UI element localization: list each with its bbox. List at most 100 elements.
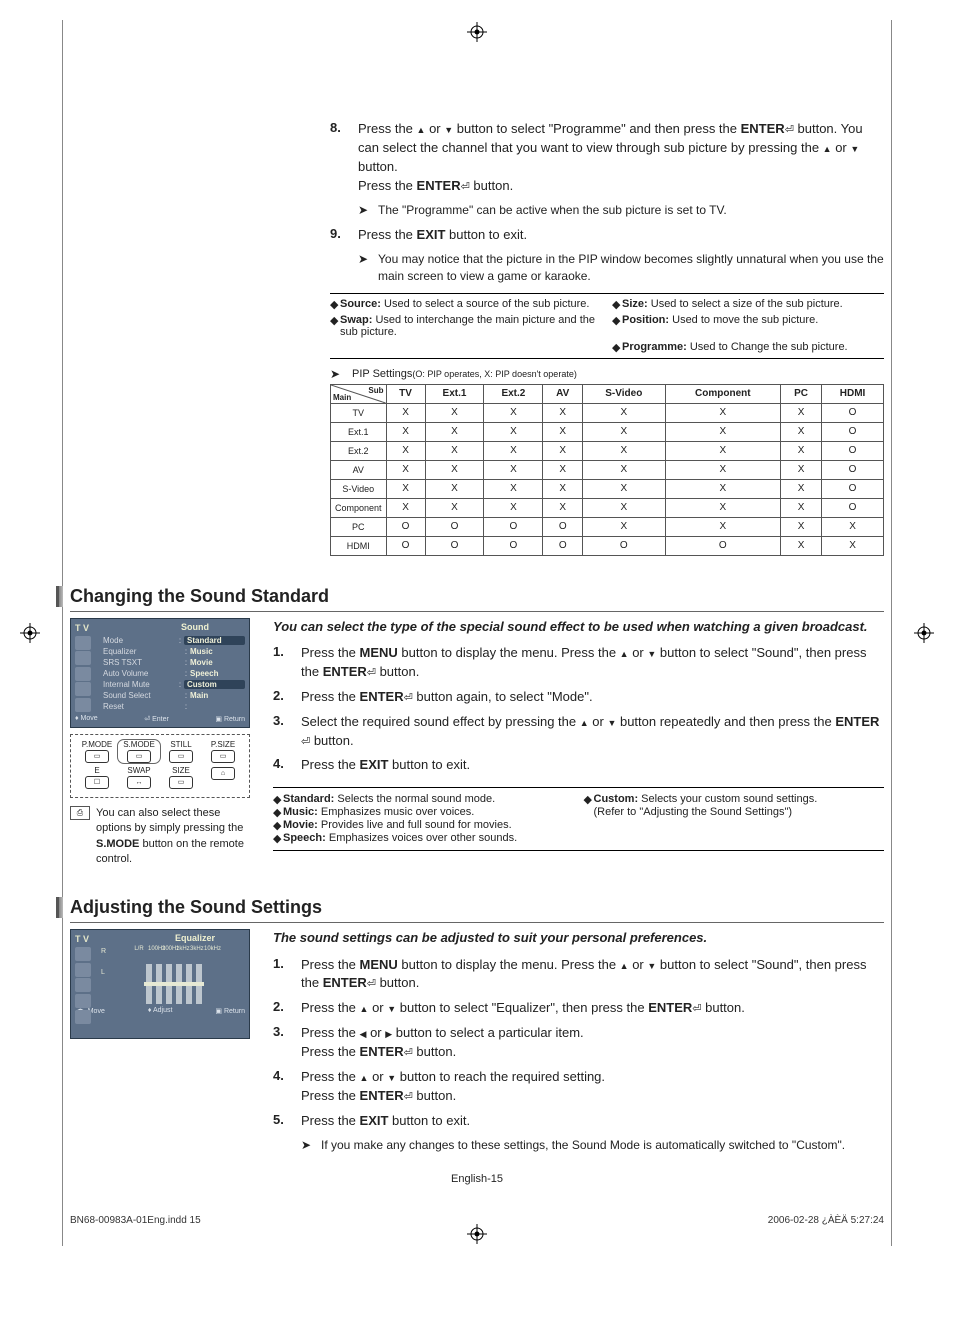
table-cell: O (665, 536, 781, 555)
table-cell: X (484, 403, 543, 422)
table-cell: X (543, 422, 583, 441)
table-cell: X (484, 441, 543, 460)
enter-icon: ⏎ (461, 180, 470, 196)
table-row: AVXXXXXXXO (331, 460, 884, 479)
table-cell: O (386, 517, 425, 536)
table-cell: X (781, 403, 822, 422)
table-cell: X (781, 498, 822, 517)
osd-menu-row: Internal Mute:Custom (103, 679, 245, 690)
table-cell: O (583, 536, 665, 555)
table-col-header: Ext.1 (425, 384, 484, 403)
smode-shortcut-note: ⎙ You can also select these options by s… (70, 806, 255, 868)
table-row-header: HDMI (331, 536, 387, 555)
table-col-header: Component (665, 384, 781, 403)
table-row-header: TV (331, 403, 387, 422)
table-cell: X (386, 422, 425, 441)
bullet-icon: ◆ (273, 806, 283, 819)
table-cell: X (822, 536, 884, 555)
footer-file: BN68-00983A-01Eng.indd 15 (70, 1215, 201, 1226)
table-cell: X (583, 422, 665, 441)
table-cell: X (781, 422, 822, 441)
table-col-header: PC (781, 384, 822, 403)
page-number: English-15 (70, 1173, 884, 1185)
enter-icon: ⏎ (692, 1002, 701, 1018)
remote-note-icon: ⎙ (70, 806, 90, 820)
table-cell: X (781, 479, 822, 498)
step-8-note: The "Programme" can be active when the s… (378, 202, 727, 219)
enter-icon: ⏎ (404, 1046, 413, 1062)
osd-menu-row: Reset: (103, 701, 245, 712)
table-row: PCOOOOXXXX (331, 517, 884, 536)
table-cell: X (425, 498, 484, 517)
up-arrow-icon: ▲ (620, 649, 629, 659)
table-cell: X (543, 403, 583, 422)
enter-icon: ⏎ (301, 735, 310, 751)
table-cell: O (822, 498, 884, 517)
table-cell: X (583, 517, 665, 536)
down-arrow-icon: ▼ (387, 1004, 396, 1014)
table-cell: X (781, 441, 822, 460)
step-9-body: Press the EXIT button to exit. (358, 226, 884, 245)
table-cell: X (425, 403, 484, 422)
table-cell: X (583, 441, 665, 460)
table-cell: O (543, 517, 583, 536)
table-cell: X (386, 441, 425, 460)
table-cell: O (425, 536, 484, 555)
enter-icon: ⏎ (404, 1090, 413, 1106)
table-row: TVXXXXXXXO (331, 403, 884, 422)
up-arrow-icon: ▲ (580, 718, 589, 728)
pip-settings-table: Main Sub TV Ext.1 Ext.2 AV S-Video Compo… (330, 384, 884, 556)
footer-timestamp: 2006-02-28 ¿ÀÈÄ 5:27:24 (768, 1215, 884, 1226)
table-row-header: AV (331, 460, 387, 479)
table-cell: X (543, 498, 583, 517)
step-number: 9. (330, 226, 358, 245)
table-cell: X (484, 479, 543, 498)
bullet-icon: ◆ (330, 314, 340, 338)
table-cell: O (386, 536, 425, 555)
table-cell: X (484, 422, 543, 441)
enter-icon: ⏎ (367, 666, 376, 682)
pip-settings-caption: ➤ PIP Settings (O: PIP operates, X: PIP … (330, 367, 884, 381)
table-row-header: Ext.1 (331, 422, 387, 441)
osd-eq-sliders (103, 956, 245, 1004)
table-cell: X (665, 403, 781, 422)
table-cell: O (822, 479, 884, 498)
section-title-sound-standard: Changing the Sound Standard (70, 586, 884, 612)
table-cell: X (781, 460, 822, 479)
table-cell: O (822, 422, 884, 441)
section-title-sound-settings: Adjusting the Sound Settings (70, 897, 884, 923)
table-cell: X (425, 460, 484, 479)
enter-icon: ⏎ (785, 123, 794, 139)
sound-intro-text: You can select the type of the special s… (273, 618, 884, 636)
osd-footer: ◀▶ Move ♦ Adjust ▣ Return (75, 1007, 245, 1015)
down-arrow-icon: ▼ (647, 961, 656, 971)
enter-icon: ⏎ (367, 977, 376, 993)
table-cell: X (484, 498, 543, 517)
table-row: Ext.1XXXXXXXO (331, 422, 884, 441)
table-cell: X (543, 460, 583, 479)
bullet-icon: ◆ (612, 298, 622, 311)
table-cell: O (425, 517, 484, 536)
table-row: ComponentXXXXXXXO (331, 498, 884, 517)
pip-continuation-block: 8. Press the ▲ or ▼ button to select "Pr… (330, 120, 884, 556)
step-8-body: Press the ▲ or ▼ button to select "Progr… (358, 120, 884, 196)
osd-menu-row: Sound Select:Main (103, 690, 245, 701)
osd-category-icons (75, 946, 97, 1024)
bullet-icon: ◆ (330, 298, 340, 311)
pip-definitions-box: ◆Source: Used to select a source of the … (330, 293, 884, 359)
table-cell: X (386, 479, 425, 498)
table-col-header: S-Video (583, 384, 665, 403)
note-arrow-icon: ➤ (301, 1137, 317, 1154)
enter-icon: ⏎ (404, 691, 413, 707)
step-9-note: You may notice that the picture in the P… (378, 251, 884, 285)
table-cell: X (781, 517, 822, 536)
down-arrow-icon: ▼ (647, 649, 656, 659)
table-col-header: HDMI (822, 384, 884, 403)
table-cell: X (583, 403, 665, 422)
table-col-header: TV (386, 384, 425, 403)
table-cell: X (665, 498, 781, 517)
bullet-icon: ◆ (612, 314, 622, 338)
eq-intro-text: The sound settings can be adjusted to su… (273, 929, 884, 947)
registration-mark-icon (914, 623, 934, 643)
table-cell: O (484, 517, 543, 536)
